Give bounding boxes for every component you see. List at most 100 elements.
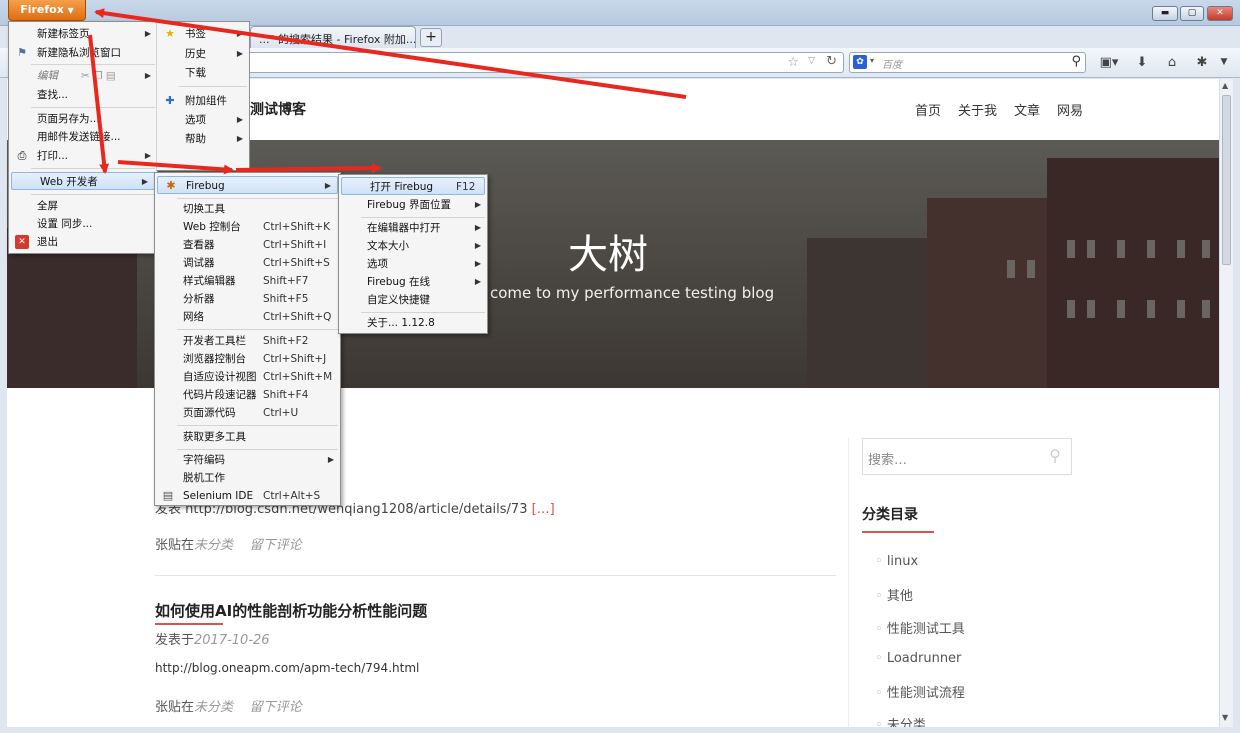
menu-developer-toolbar[interactable]: 开发者工具栏 Shift+F2 [155, 332, 340, 350]
menu-sync[interactable]: 设置 同步... [9, 215, 157, 233]
menu-web-developer[interactable]: Web 开发者 ▶ [11, 172, 155, 190]
firefox-menu-button[interactable]: Firefox ▼ [8, 0, 86, 21]
nav-articles[interactable]: 文章 [1014, 100, 1040, 119]
menu-responsive-design[interactable]: 自适应设计视图 Ctrl+Shift+M [155, 368, 340, 386]
nav-home[interactable]: 首页 [915, 100, 941, 119]
menu-firebug[interactable]: ✱ Firebug ▶ [157, 176, 338, 194]
category-linux[interactable]: linux [875, 554, 918, 569]
download-icon[interactable]: ⬇ [1133, 54, 1151, 71]
menu-get-more-tools[interactable]: 获取更多工具 [155, 428, 340, 446]
heading-underline [862, 531, 934, 533]
menu-toggle-tools[interactable]: 切换工具 [155, 200, 340, 218]
baidu-icon[interactable]: ✿ [853, 55, 867, 69]
menu-network[interactable]: 网络 Ctrl+Shift+Q [155, 308, 340, 326]
menu-email-link[interactable]: 用邮件发送链接... [9, 128, 157, 146]
chevron-down-icon[interactable]: ▾ [870, 56, 874, 65]
menu-browser-console[interactable]: 浏览器控制台 Ctrl+Shift+J [155, 350, 340, 368]
puzzle-icon: ✚ [165, 94, 175, 107]
menu-firebug-position[interactable]: Firebug 界面位置 ▶ [339, 196, 487, 214]
menu-character-encoding[interactable]: 字符编码 ▶ [155, 451, 340, 469]
vertical-scrollbar[interactable]: ▲ ▼ [1219, 79, 1233, 727]
menu-downloads[interactable]: 下载 [157, 64, 249, 82]
menu-customize-shortcuts[interactable]: 自定义快捷键 [339, 291, 487, 309]
menu-print[interactable]: ⎙ 打印... ▶ [9, 147, 157, 165]
hero-subtitle: come to my performance testing blog [490, 284, 775, 302]
firebug-icon: ✱ [166, 179, 176, 192]
menu-open-firebug[interactable]: 打开 Firebug F12 [341, 177, 485, 195]
menu-options[interactable]: 选项 ▶ [157, 111, 249, 129]
menu-style-editor[interactable]: 样式编辑器 Shift+F7 [155, 272, 340, 290]
firebug-icon[interactable]: ✱ [1193, 54, 1211, 71]
post2-category-link[interactable]: 未分类 [194, 700, 233, 715]
menu-addons[interactable]: ✚ 附加组件 [157, 92, 249, 110]
menu-page-source[interactable]: 页面源代码 Ctrl+U [155, 404, 340, 422]
menu-selenium-ide[interactable]: ▤ Selenium IDE Ctrl+Alt+S [155, 487, 340, 505]
minimize-button[interactable]: ▬ [1152, 6, 1178, 21]
menu-about-firebug[interactable]: 关于... 1.12.8 [339, 314, 487, 332]
menu-find[interactable]: 查找... [9, 86, 157, 104]
edit-tools-icon: ✂ ❐ ▤ [81, 70, 116, 82]
scrollbar-thumb[interactable] [1222, 95, 1231, 265]
maximize-button[interactable]: ▢ [1180, 6, 1204, 21]
search-bar[interactable]: ✿ ▾ 百度 ⚲ [849, 52, 1086, 73]
menu-history[interactable]: 历史 ▶ [157, 45, 249, 63]
menu-scratchpad[interactable]: 代码片段速记器 Shift+F4 [155, 386, 340, 404]
menu-firebug-online[interactable]: Firebug 在线 ▶ [339, 273, 487, 291]
menu-text-size[interactable]: 文本大小 ▶ [339, 237, 487, 255]
post-divider [155, 575, 836, 576]
site-brand[interactable]: 测试博客 [250, 99, 306, 119]
exit-icon: ✕ [15, 235, 29, 249]
search-icon[interactable]: ⚲ [1049, 446, 1061, 465]
home-icon[interactable]: ⌂ [1163, 54, 1181, 71]
menu-new-tab[interactable]: 新建标签页 ▶ [9, 25, 157, 43]
scroll-up-arrow[interactable]: ▲ [1222, 81, 1228, 90]
sidebar-search-input[interactable]: 搜索… ⚲ [862, 438, 1072, 475]
read-more-link[interactable]: […] [532, 502, 555, 517]
post2-title[interactable]: 如何使用AI的性能剖析功能分析性能问题 [155, 600, 427, 621]
title-underline [155, 623, 223, 625]
category-other[interactable]: 其他 [875, 585, 913, 604]
menu-edit[interactable]: 编辑 ✂ ❐ ▤ ▶ [9, 67, 157, 85]
private-mask-icon: ⚑ [17, 46, 27, 59]
firebug-submenu: 打开 Firebug F12 Firebug 界面位置 ▶ 在编辑器中打开 ▶ 文本大… [338, 174, 488, 334]
post2-comment-link[interactable]: 留下评论 [250, 700, 302, 715]
scroll-down-arrow[interactable]: ▼ [1222, 713, 1228, 722]
menu-fullscreen[interactable]: 全屏 [9, 197, 157, 215]
post1-comment-link[interactable]: 留下评论 [250, 538, 302, 553]
hero-title: 大树 [568, 232, 648, 278]
star-icon[interactable]: ☆ [787, 55, 799, 70]
menu-web-console[interactable]: Web 控制台 Ctrl+Shift+K [155, 218, 340, 236]
tab-search-results[interactable]: ..." 的搜索结果 - Firefox 附加... [250, 26, 416, 48]
sidebar-divider [848, 438, 849, 727]
category-uncategorized[interactable]: 未分类 [875, 714, 926, 727]
post1-meta: 张贴在未分类 留下评论 [155, 538, 302, 553]
menu-exit[interactable]: ✕ 退出 [9, 233, 157, 251]
category-perf-process[interactable]: 性能测试流程 [875, 682, 965, 701]
menu-open-in-editor[interactable]: 在编辑器中打开 ▶ [339, 219, 487, 237]
reload-icon[interactable]: ↻ [826, 54, 837, 69]
menu-profiler[interactable]: 分析器 Shift+F5 [155, 290, 340, 308]
nav-netease[interactable]: 网易 [1057, 100, 1083, 119]
bookmarks-menu-icon[interactable]: ▣▾ [1096, 54, 1122, 71]
menu-save-page[interactable]: 页面另存为... [9, 110, 157, 128]
chevron-down-icon[interactable]: ▼ [1215, 54, 1233, 71]
nav-about[interactable]: 关于我 [958, 100, 997, 119]
menu-new-private-window[interactable]: ⚑ 新建隐私浏览窗口 [9, 44, 157, 62]
new-tab-button[interactable]: + [420, 28, 442, 47]
category-loadrunner[interactable]: Loadrunner [875, 651, 962, 666]
close-window-button[interactable]: ✕ [1207, 6, 1233, 21]
search-icon[interactable]: ⚲ [1071, 54, 1081, 69]
star-icon: ★ [165, 27, 175, 40]
dropdown-arrow-icon[interactable]: ▽ [808, 56, 815, 66]
post2-date: 发表于2017-10-26 [155, 633, 270, 648]
menu-bookmarks[interactable]: ★ 书签 ▶ [157, 25, 249, 43]
menu-help[interactable]: 帮助 ▶ [157, 130, 249, 148]
sidebar-heading: 分类目录 [862, 507, 918, 523]
post1-category-link[interactable]: 未分类 [194, 538, 233, 553]
menu-work-offline[interactable]: 脱机工作 [155, 469, 340, 487]
menu-firebug-options[interactable]: 选项 ▶ [339, 255, 487, 273]
url-bar[interactable]: ☆ ▽ ↻ [156, 52, 844, 73]
category-perf-tools[interactable]: 性能测试工具 [875, 618, 965, 637]
menu-inspector[interactable]: 查看器 Ctrl+Shift+I [155, 236, 340, 254]
menu-debugger[interactable]: 调试器 Ctrl+Shift+S [155, 254, 340, 272]
